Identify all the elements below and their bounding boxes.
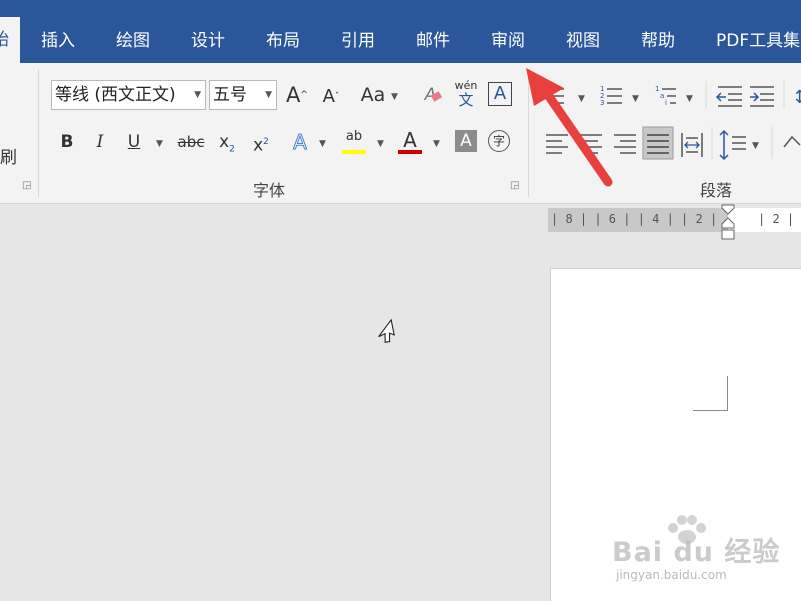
ribbon: 刷 ◲ 等线 (西文正文) ▼ 五号 ▼ A^ Aˇ Aa ▼ A wén 文 … <box>0 63 801 204</box>
shrink-font-icon: A <box>322 86 335 107</box>
decrease-indent-icon[interactable] <box>715 86 742 107</box>
character-shading-button[interactable]: A <box>455 130 477 152</box>
superscript-button[interactable]: x2 <box>248 128 274 156</box>
sort-icon[interactable]: ↕ <box>792 87 801 108</box>
shading-icon[interactable] <box>783 135 801 148</box>
tab-insert[interactable]: 插入 <box>41 26 75 56</box>
distribute-icon[interactable] <box>681 133 703 157</box>
tab-draw[interactable]: 绘图 <box>116 26 150 56</box>
tab-pdf-tools[interactable]: PDF工具集 <box>716 26 800 56</box>
tab-references[interactable]: 引用 <box>341 26 375 56</box>
justify-icon[interactable] <box>642 126 674 160</box>
tab-review[interactable]: 审阅 <box>491 26 525 56</box>
tab-mailings[interactable]: 邮件 <box>416 26 450 56</box>
font-size-select[interactable]: 五号 ▼ <box>209 80 277 110</box>
tab-layout[interactable]: 布局 <box>266 26 300 56</box>
grow-font-icon: A <box>286 83 301 107</box>
strikethrough-button[interactable]: abc <box>176 128 206 156</box>
highlight-icon: ab <box>345 129 363 144</box>
text-effects-button[interactable]: A <box>288 128 312 156</box>
chevron-down-icon: ▼ <box>194 90 201 100</box>
font-dialog-launcher[interactable]: ◲ <box>510 180 519 191</box>
svg-text:1: 1 <box>655 85 659 93</box>
clipboard-dialog-launcher[interactable]: ◲ <box>22 180 31 191</box>
highlight-button[interactable]: ab <box>340 123 368 151</box>
subscript-icon: x <box>219 132 230 152</box>
line-spacing-icon[interactable]: ▼ <box>719 129 759 161</box>
font-size-value: 五号 <box>213 85 247 105</box>
chevron-down-icon[interactable]: ▼ <box>319 139 326 149</box>
watermark-brand: Bai du 经验 <box>612 537 781 568</box>
enclose-characters-button[interactable]: 字 <box>488 130 510 152</box>
font-color-bar <box>398 150 422 154</box>
multilevel-list-icon[interactable]: 1ai ▼ <box>655 85 693 107</box>
svg-text:▼: ▼ <box>752 141 759 151</box>
bold-button[interactable]: B <box>56 128 78 156</box>
format-painter-label[interactable]: 刷 <box>0 143 17 168</box>
baidu-watermark: Bai du 经验 jingyan.baidu.com <box>612 515 779 590</box>
font-group-label: 字体 <box>253 181 286 200</box>
tab-design[interactable]: 设计 <box>191 26 225 56</box>
indent-marker-icon[interactable] <box>721 204 735 240</box>
svg-text:▼: ▼ <box>632 94 639 104</box>
mouse-cursor-icon <box>378 318 395 343</box>
page-margin-corner <box>693 376 728 411</box>
chevron-down-icon[interactable]: ▼ <box>377 139 384 149</box>
ruler-right-numbers: | 2 | <box>758 212 795 226</box>
chevron-down-icon[interactable]: ▼ <box>433 139 440 149</box>
paragraph-group-label: 段落 <box>700 181 733 200</box>
italic-button[interactable]: I <box>89 128 111 156</box>
phonetic-bottom: 文 <box>458 91 474 109</box>
chevron-down-icon[interactable]: ▼ <box>391 92 398 102</box>
ruler-left-numbers: | 8 | | 6 | | 4 | | 2 | <box>551 212 718 226</box>
shrink-font-button[interactable]: Aˇ <box>318 83 344 111</box>
tab-home[interactable]: 始 <box>0 17 20 63</box>
clear-format-button[interactable]: A <box>420 81 446 109</box>
tab-view[interactable]: 视图 <box>566 26 600 56</box>
superscript-icon: x <box>253 135 264 156</box>
font-family-value: 等线 (西文正文) <box>55 85 176 105</box>
highlight-color-bar <box>342 150 366 154</box>
change-case-button[interactable]: Aa <box>358 81 388 109</box>
subscript-mark: 2 <box>229 144 235 155</box>
grow-font-button[interactable]: A^ <box>284 81 310 109</box>
subscript-button[interactable]: x2 <box>214 128 240 156</box>
underline-button[interactable]: U <box>123 128 145 156</box>
font-family-select[interactable]: 等线 (西文正文) ▼ <box>51 80 206 110</box>
superscript-mark: 2 <box>263 137 269 147</box>
character-border-button[interactable]: A <box>488 82 512 106</box>
svg-text:i: i <box>665 99 667 107</box>
svg-text:▼: ▼ <box>686 94 693 104</box>
group-separator <box>38 69 39 197</box>
svg-text:a: a <box>660 92 664 100</box>
chevron-down-icon[interactable]: ▼ <box>156 139 163 149</box>
tab-help[interactable]: 帮助 <box>641 26 675 56</box>
annotation-arrow-icon <box>526 68 613 187</box>
increase-indent-icon[interactable] <box>750 86 774 107</box>
watermark-url: jingyan.baidu.com <box>616 568 727 582</box>
ribbon-tab-bar: 始 插入 绘图 设计 布局 引用 邮件 审阅 视图 帮助 PDF工具集 <box>0 0 801 63</box>
phonetic-guide-button[interactable]: wén 文 <box>452 79 480 109</box>
chevron-down-icon: ▼ <box>265 90 272 100</box>
